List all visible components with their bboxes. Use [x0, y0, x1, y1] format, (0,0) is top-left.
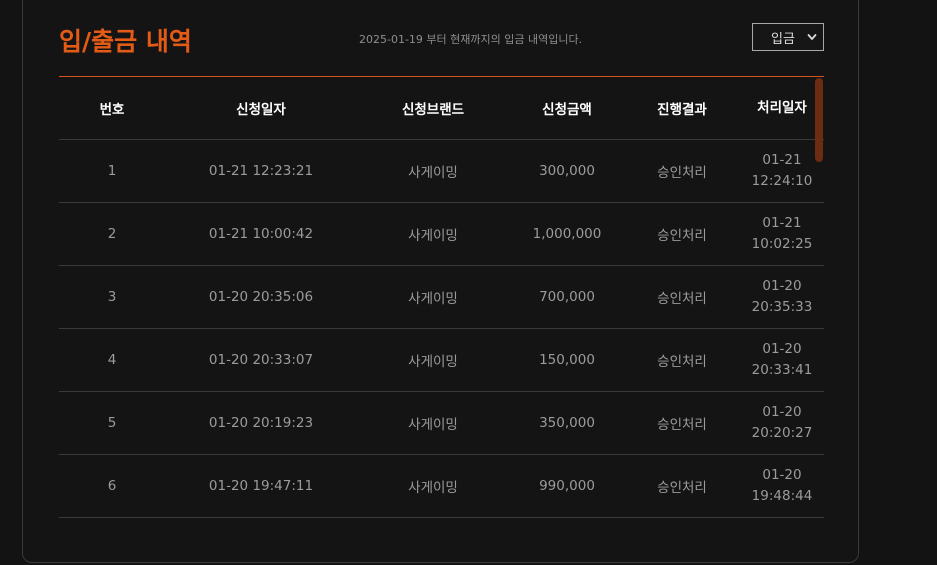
row-processed-date: 01-20: [762, 467, 802, 483]
row-date: 01-20 20:33:07: [208, 352, 314, 368]
row-brand: 사게이밍: [408, 480, 458, 496]
col-header-processed: 처리일자: [757, 99, 807, 116]
col-header-no: 번호: [99, 102, 125, 118]
table-header-row: 번호 신청일자 신청브랜드 신청금액 진행결과 처리일자: [59, 77, 824, 140]
row-processed-date: 01-21: [762, 152, 802, 168]
row-no: 3: [107, 289, 117, 305]
table-row: 5 01-20 20:19:23 사게이밍 350,000 승인처리 01-20…: [59, 392, 824, 455]
type-filter-value: 입금: [771, 31, 795, 47]
row-date: 01-20 19:47:11: [208, 478, 314, 494]
row-processed-time: 20:20:27: [751, 425, 813, 441]
col-header-result: 진행결과: [657, 102, 707, 118]
row-no: 4: [107, 352, 117, 368]
row-brand: 사게이밍: [408, 417, 458, 433]
row-amount: 300,000: [539, 163, 595, 179]
row-processed: 01-20 20:33:41: [747, 329, 817, 391]
row-date: 01-21 12:23:21: [208, 163, 314, 179]
row-processed-time: 20:35:33: [751, 299, 813, 315]
row-processed: 01-20 20:35:33: [747, 266, 817, 328]
row-brand: 사게이밍: [408, 291, 458, 307]
row-processed-date: 01-20: [762, 341, 802, 357]
row-date: 01-20 20:35:06: [208, 289, 314, 305]
row-processed: 01-21 12:24:10: [747, 140, 817, 202]
row-result: 승인처리: [657, 480, 707, 496]
row-amount: 1,000,000: [532, 226, 602, 242]
row-result: 승인처리: [657, 417, 707, 433]
row-processed-time: 10:02:25: [751, 236, 813, 252]
row-brand: 사게이밍: [408, 228, 458, 244]
row-date: 01-20 20:19:23: [208, 415, 314, 431]
row-date: 01-21 10:00:42: [208, 226, 314, 242]
row-amount: 150,000: [539, 352, 595, 368]
table-row: 3 01-20 20:35:06 사게이밍 700,000 승인처리 01-20…: [59, 266, 824, 329]
table-row: 2 01-21 10:00:42 사게이밍 1,000,000 승인처리 01-…: [59, 203, 824, 266]
row-processed: 01-21 10:02:25: [747, 203, 817, 265]
row-result: 승인처리: [657, 165, 707, 181]
row-processed-date: 01-20: [762, 404, 802, 420]
row-amount: 350,000: [539, 415, 595, 431]
row-amount: 990,000: [539, 478, 595, 494]
row-brand: 사게이밍: [408, 354, 458, 370]
row-no: 1: [107, 163, 117, 179]
row-result: 승인처리: [657, 291, 707, 307]
row-processed-time: 12:24:10: [751, 173, 813, 189]
chevron-down-icon: [807, 34, 817, 40]
row-processed-date: 01-21: [762, 215, 802, 231]
row-processed: 01-20 20:20:27: [747, 392, 817, 454]
row-processed-time: 20:33:41: [751, 362, 813, 378]
row-processed-time: 19:48:44: [751, 488, 813, 504]
page-title: 입/출금 내역: [59, 27, 192, 56]
table-row: 1 01-21 12:23:21 사게이밍 300,000 승인처리 01-21…: [59, 140, 824, 203]
row-processed: 01-20 19:48:44: [747, 455, 817, 517]
row-no: 5: [107, 415, 117, 431]
col-header-brand: 신청브랜드: [401, 102, 465, 118]
row-amount: 700,000: [539, 289, 595, 305]
row-no: 6: [107, 478, 117, 494]
date-range-notice: 2025-01-19 부터 현재까지의 입금 내역입니다.: [359, 33, 583, 46]
row-processed-date: 01-20: [762, 278, 802, 294]
col-header-amount: 신청금액: [542, 102, 592, 118]
history-table: 번호 신청일자 신청브랜드 신청금액 진행결과 처리일자 1 01-21 12:…: [59, 76, 824, 520]
col-header-date: 신청일자: [236, 102, 286, 118]
table-scrollbar-thumb[interactable]: [815, 78, 823, 162]
row-brand: 사게이밍: [408, 165, 458, 181]
table-row: 4 01-20 20:33:07 사게이밍 150,000 승인처리 01-20…: [59, 329, 824, 392]
row-result: 승인처리: [657, 354, 707, 370]
table-row: 6 01-20 19:47:11 사게이밍 990,000 승인처리 01-20…: [59, 455, 824, 518]
type-filter-select[interactable]: 입금: [752, 23, 824, 51]
row-no: 2: [107, 226, 117, 242]
row-result: 승인처리: [657, 228, 707, 244]
